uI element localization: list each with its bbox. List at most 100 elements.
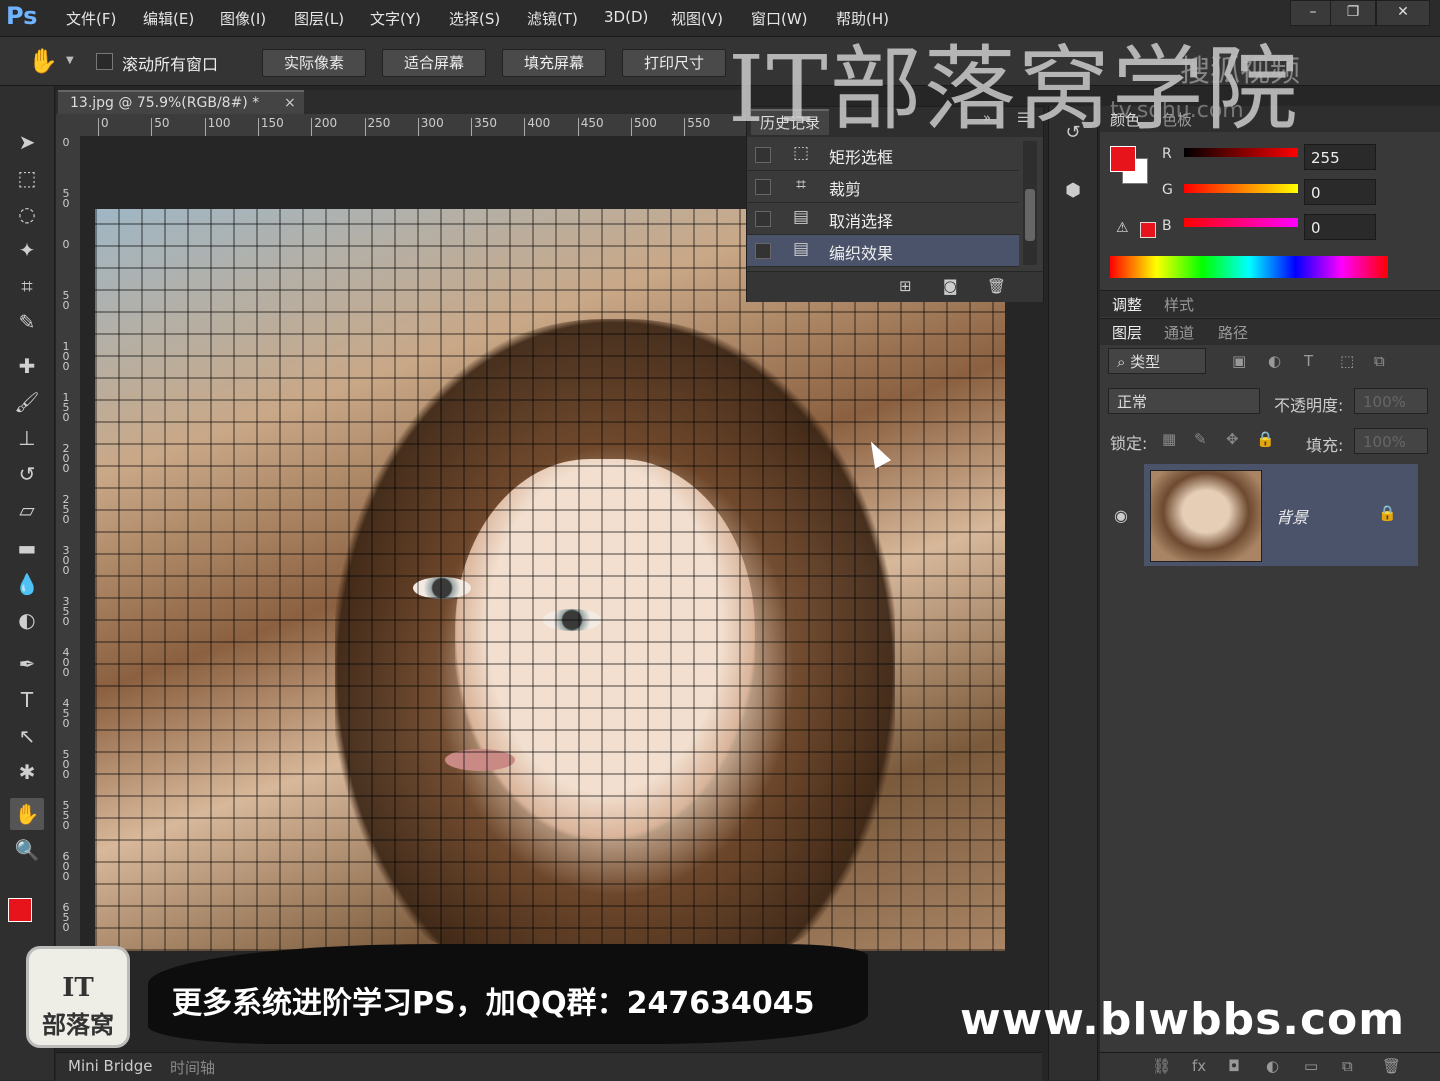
gamut-swatch[interactable] (1140, 222, 1156, 238)
tab-channels[interactable]: 通道 (1164, 322, 1194, 343)
opacity-field[interactable]: 100% (1354, 388, 1428, 414)
menu-select[interactable]: 选择(S) (449, 8, 500, 29)
tab-layers[interactable]: 图层 (1112, 322, 1142, 343)
history-item[interactable]: ⌗ 裁剪 (747, 171, 1019, 203)
type-filter-icon[interactable]: T (1304, 352, 1313, 370)
foreground-color-swatch[interactable] (1110, 146, 1136, 172)
smart-object-filter-icon[interactable]: ⧉ (1374, 352, 1385, 370)
promo-banner-text: 更多系统进阶学习PS，加QQ群：247634045 (172, 986, 815, 1021)
foreground-color-swatch[interactable] (8, 898, 32, 922)
close-tab-icon[interactable]: × (284, 92, 296, 114)
new-group-icon[interactable]: ▭ (1304, 1057, 1318, 1075)
dodge-tool-icon[interactable]: ◐ (10, 604, 44, 636)
delete-layer-icon[interactable]: 🗑 (1382, 1057, 1401, 1075)
menu-filter[interactable]: 滤镜(T) (527, 8, 578, 29)
trash-icon[interactable]: 🗑 (987, 277, 1006, 295)
lock-position-icon[interactable]: ✥ (1226, 430, 1239, 448)
link-layers-icon[interactable]: ⛓ (1152, 1057, 1171, 1075)
tab-timeline[interactable]: 时间轴 (170, 1057, 215, 1078)
lock-pixels-icon[interactable]: ✎ (1194, 430, 1207, 448)
layer-row-background[interactable]: 背景 🔒 (1144, 464, 1418, 566)
marquee-tool-icon[interactable]: ⬚ (10, 162, 44, 194)
menu-3d[interactable]: 3D(D) (604, 8, 648, 26)
hand-tool-icon[interactable]: ✋ (28, 47, 58, 75)
b-slider[interactable] (1184, 218, 1298, 227)
layer-name[interactable]: 背景 (1276, 504, 1308, 528)
history-snapshot-checkbox[interactable] (755, 243, 771, 259)
menu-layer[interactable]: 图层(L) (294, 8, 344, 29)
g-slider[interactable] (1184, 184, 1298, 193)
new-document-from-state-icon[interactable]: ⊞ (899, 277, 912, 295)
lasso-tool-icon[interactable]: ◌ (10, 198, 44, 230)
move-tool-icon[interactable]: ➤ (10, 126, 44, 158)
history-brush-tool-icon[interactable]: ↺ (10, 458, 44, 490)
custom-shape-tool-icon[interactable]: ✱ (10, 756, 44, 788)
tab-styles[interactable]: 样式 (1164, 294, 1194, 315)
history-item-selected[interactable]: ▤ 编织效果 (747, 235, 1019, 267)
new-adjustment-icon[interactable]: ◐ (1266, 1057, 1279, 1075)
zoom-tool-icon[interactable]: 🔍 (10, 834, 44, 866)
menu-file[interactable]: 文件(F) (66, 8, 116, 29)
menu-view[interactable]: 视图(V) (671, 8, 723, 29)
camera-icon[interactable]: ◙ (943, 277, 958, 295)
history-snapshot-checkbox[interactable] (755, 179, 771, 195)
pen-tool-icon[interactable]: ✒ (10, 648, 44, 680)
fill-field[interactable]: 100% (1354, 428, 1428, 454)
it-buluowo-logo: IT 部落窝 (26, 946, 130, 1048)
vertical-ruler[interactable]: 0500501001502002503003504004505005506006… (56, 136, 81, 956)
tool-preset-chevron-icon[interactable]: ▼ (66, 55, 74, 66)
tab-mini-bridge[interactable]: Mini Bridge (68, 1057, 152, 1075)
history-item[interactable]: ▤ 取消选择 (747, 203, 1019, 235)
watermark-title: IT部落窝学院 (728, 36, 1300, 143)
history-scrollbar-thumb[interactable] (1025, 189, 1035, 241)
blend-mode-select[interactable]: 正常 (1108, 388, 1260, 414)
eraser-tool-icon[interactable]: ▱ (10, 494, 44, 526)
lock-all-icon[interactable]: 🔒 (1256, 430, 1275, 448)
menu-help[interactable]: 帮助(H) (836, 8, 889, 29)
restore-icon[interactable]: ❐ (1330, 0, 1376, 26)
clone-stamp-tool-icon[interactable]: ⊥ (10, 422, 44, 454)
menu-edit[interactable]: 编辑(E) (143, 8, 194, 29)
ruler-origin[interactable] (56, 114, 80, 136)
close-icon[interactable]: ✕ (1376, 0, 1430, 26)
actual-pixels-button[interactable]: 实际像素 (262, 49, 366, 77)
history-snapshot-checkbox[interactable] (755, 211, 771, 227)
print-size-button[interactable]: 打印尺寸 (622, 49, 726, 77)
scroll-all-checkbox[interactable] (96, 53, 113, 70)
hand-tool-icon[interactable]: ✋ (10, 798, 44, 830)
menu-window[interactable]: 窗口(W) (751, 8, 808, 29)
tab-paths[interactable]: 路径 (1218, 322, 1248, 343)
magic-wand-tool-icon[interactable]: ✦ (10, 234, 44, 266)
type-tool-icon[interactable]: T (10, 684, 44, 716)
menu-image[interactable]: 图像(I) (220, 8, 266, 29)
brush-tool-icon[interactable]: 🖌 (10, 386, 44, 418)
document-tab[interactable]: 13.jpg @ 75.9%(RGB/8#) * × (58, 90, 304, 114)
document-image[interactable] (95, 209, 1005, 951)
g-value-field[interactable]: 0 (1304, 179, 1376, 205)
path-selection-tool-icon[interactable]: ↖ (10, 720, 44, 752)
shape-filter-icon[interactable]: ⬚ (1340, 352, 1354, 370)
adjustment-filter-icon[interactable]: ◐ (1268, 352, 1281, 370)
new-layer-icon[interactable]: ⧉ (1342, 1057, 1353, 1075)
history-item-label: 取消选择 (829, 212, 894, 231)
fit-screen-button[interactable]: 适合屏幕 (382, 49, 486, 77)
crop-tool-icon[interactable]: ⌗ (10, 270, 44, 302)
b-value-field[interactable]: 0 (1304, 214, 1376, 240)
blur-tool-icon[interactable]: 💧 (10, 568, 44, 600)
layer-filter-select[interactable]: ⌕ 类型 (1108, 348, 1206, 374)
add-mask-icon[interactable]: ◘ (1228, 1057, 1240, 1075)
color-spectrum[interactable] (1110, 256, 1388, 278)
fill-screen-button[interactable]: 填充屏幕 (502, 49, 606, 77)
fx-icon[interactable]: fx (1192, 1057, 1206, 1075)
gradient-tool-icon[interactable]: ▬ (10, 532, 44, 564)
lock-transparent-icon[interactable]: ▦ (1162, 430, 1176, 448)
warning-icon[interactable]: ⚠ (1116, 220, 1129, 236)
eye-icon[interactable]: ◉ (1114, 506, 1128, 525)
3d-panel-icon[interactable]: ⬢ (1061, 180, 1085, 204)
horizontal-ruler[interactable]: 0 50 100 150 200 250 300 350 400 450 500 550 (80, 114, 746, 137)
menu-type[interactable]: 文字(Y) (370, 8, 421, 29)
healing-brush-tool-icon[interactable]: ✚ (10, 350, 44, 382)
eyedropper-tool-icon[interactable]: ✎ (10, 306, 44, 338)
tab-adjustments[interactable]: 调整 (1112, 294, 1142, 315)
pixel-filter-icon[interactable]: ▣ (1232, 352, 1246, 370)
